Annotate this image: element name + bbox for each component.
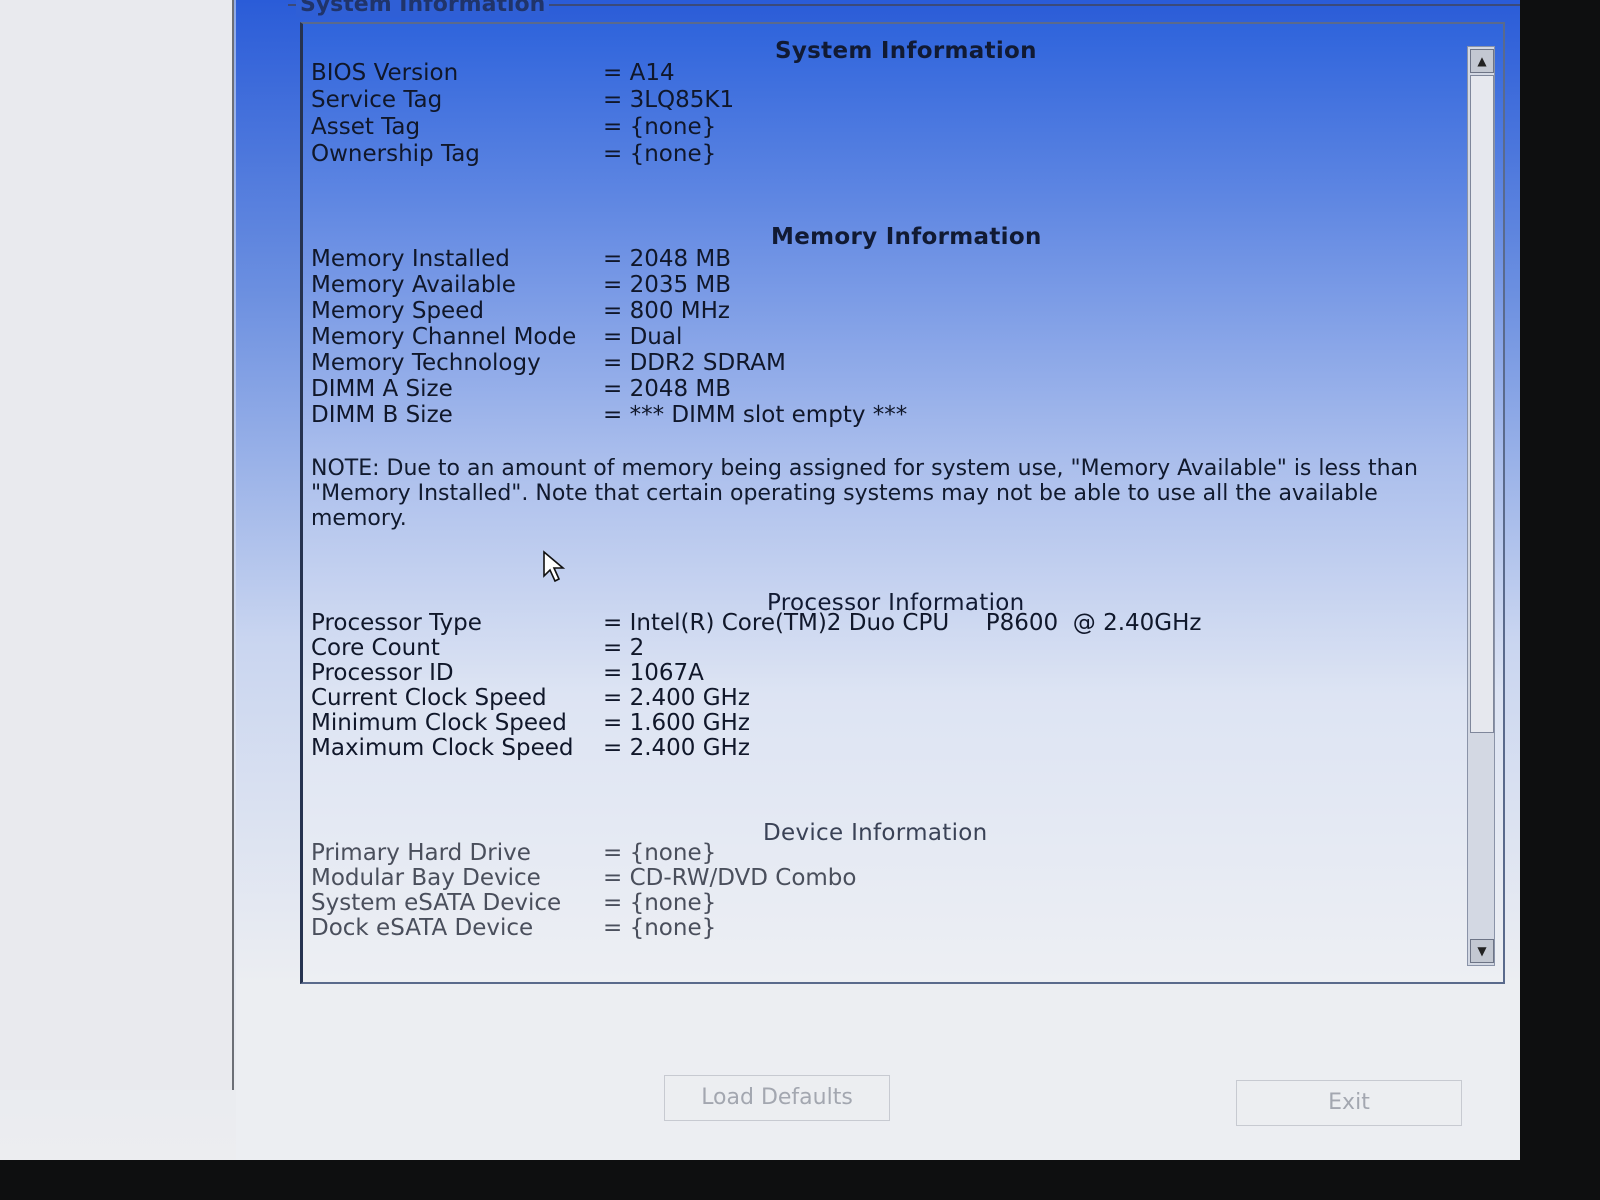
scroll-thumb[interactable] [1470, 75, 1494, 733]
row-label: Dock eSATA Device [311, 915, 534, 941]
row-label: Processor Type [311, 610, 482, 636]
row-label: Memory Channel Mode [311, 324, 577, 350]
row-value: = 2 [603, 635, 645, 661]
row-label: Asset Tag [311, 114, 421, 140]
exit-button[interactable]: Exit [1236, 1080, 1462, 1126]
row-label: Service Tag [311, 87, 443, 113]
settings-tree-panel[interactable] [0, 0, 234, 1090]
memory-note: NOTE: Due to an amount of memory being a… [311, 456, 1418, 531]
row-label: Minimum Clock Speed [311, 710, 567, 736]
row-value: = {none} [603, 915, 717, 941]
row-label: System eSATA Device [311, 890, 562, 916]
bios-screen: System Information System Information BI… [0, 0, 1520, 1160]
row-label: Maximum Clock Speed [311, 735, 574, 761]
row-label: Primary Hard Drive [311, 840, 531, 866]
mouse-pointer-icon [543, 550, 566, 583]
row-value: = Dual [603, 324, 683, 350]
device-heading: Device Information [763, 820, 988, 846]
row-value: = 2035 MB [603, 272, 732, 298]
row-value: = Intel(R) Core(TM)2 Duo CPU P8600 @ 2.4… [603, 610, 1202, 636]
row-label: Memory Available [311, 272, 516, 298]
system-heading: System Information [775, 38, 1037, 64]
load-defaults-button[interactable]: Load Defaults [664, 1075, 890, 1121]
memory-heading: Memory Information [771, 224, 1042, 250]
row-value: = 1.600 GHz [603, 710, 750, 736]
row-label: Ownership Tag [311, 141, 480, 167]
row-value: = 800 MHz [603, 298, 731, 324]
scroll-up-arrow-icon[interactable]: ▲ [1470, 49, 1494, 73]
row-value: = A14 [603, 60, 675, 86]
row-value: = 2.400 GHz [603, 735, 750, 761]
row-value: = 2048 MB [603, 246, 732, 272]
row-value: = 2.400 GHz [603, 685, 750, 711]
row-value: = 3LQ85K1 [603, 87, 735, 113]
row-label: Modular Bay Device [311, 865, 541, 891]
row-label: Processor ID [311, 660, 454, 686]
row-value: = {none} [603, 890, 717, 916]
info-panel: System Information BIOS Version = A14 Se… [300, 22, 1505, 984]
row-label: Memory Speed [311, 298, 484, 324]
row-value: = *** DIMM slot empty *** [603, 402, 908, 428]
row-label: Memory Installed [311, 246, 510, 272]
scroll-down-arrow-icon[interactable]: ▼ [1470, 939, 1494, 963]
row-value: = {none} [603, 114, 717, 140]
row-label: DIMM A Size [311, 376, 453, 402]
row-value: = 1067A [603, 660, 704, 686]
row-value: = {none} [603, 141, 717, 167]
row-label: Memory Technology [311, 350, 541, 376]
row-label: BIOS Version [311, 60, 459, 86]
row-label: Current Clock Speed [311, 685, 547, 711]
row-value: = DDR2 SDRAM [603, 350, 786, 376]
row-value: = CD-RW/DVD Combo [603, 865, 857, 891]
row-value: = 2048 MB [603, 376, 732, 402]
row-value: = {none} [603, 840, 717, 866]
row-label: Core Count [311, 635, 440, 661]
group-title: System Information [296, 0, 550, 17]
vertical-scrollbar[interactable]: ▲ ▼ [1467, 46, 1495, 966]
row-label: DIMM B Size [311, 402, 453, 428]
